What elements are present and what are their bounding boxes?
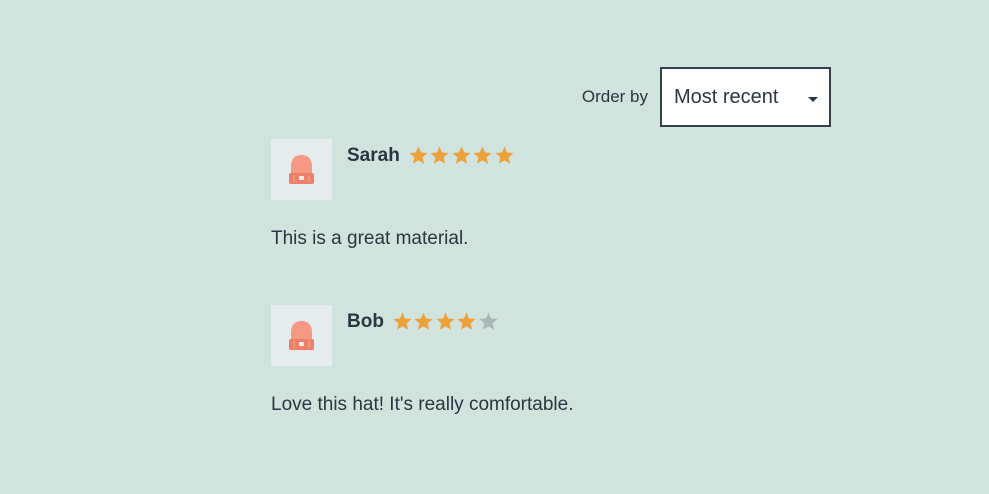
star-filled-icon <box>430 146 449 164</box>
review-text: This is a great material. <box>271 228 469 249</box>
review-item: Bob Love this hat! It's really comfortab… <box>271 305 831 471</box>
sort-bar: Order by Most recent <box>271 67 831 127</box>
star-filled-icon <box>495 146 514 164</box>
order-by-label: Order by <box>581 87 648 106</box>
beanie-hat-icon <box>289 155 314 184</box>
star-empty-icon <box>479 312 498 330</box>
reviewer-name: Sarah <box>347 145 400 166</box>
reviewer-name: Bob <box>347 311 384 332</box>
star-filled-icon <box>452 146 471 164</box>
order-by-selected-value: Most recent <box>674 85 779 108</box>
star-filled-icon <box>436 312 455 330</box>
review-header: Sarah <box>271 139 831 200</box>
star-filled-icon <box>409 146 428 164</box>
star-filled-icon <box>393 312 412 330</box>
review-header: Bob <box>271 305 831 366</box>
caret-down-icon <box>808 96 818 102</box>
avatar <box>271 139 332 200</box>
order-by-select[interactable]: Most recent <box>660 67 831 127</box>
star-filled-icon <box>414 312 433 330</box>
star-rating <box>392 311 500 332</box>
review-text: Love this hat! It's really comfortable. <box>271 394 574 415</box>
avatar <box>271 305 332 366</box>
star-filled-icon <box>457 312 476 330</box>
review-item: Sarah This is a great material. <box>271 139 831 305</box>
beanie-hat-icon <box>289 321 314 350</box>
star-rating <box>408 145 516 166</box>
star-filled-icon <box>473 146 492 164</box>
review-list: Sarah This is a great material. Bob Love… <box>271 139 831 471</box>
